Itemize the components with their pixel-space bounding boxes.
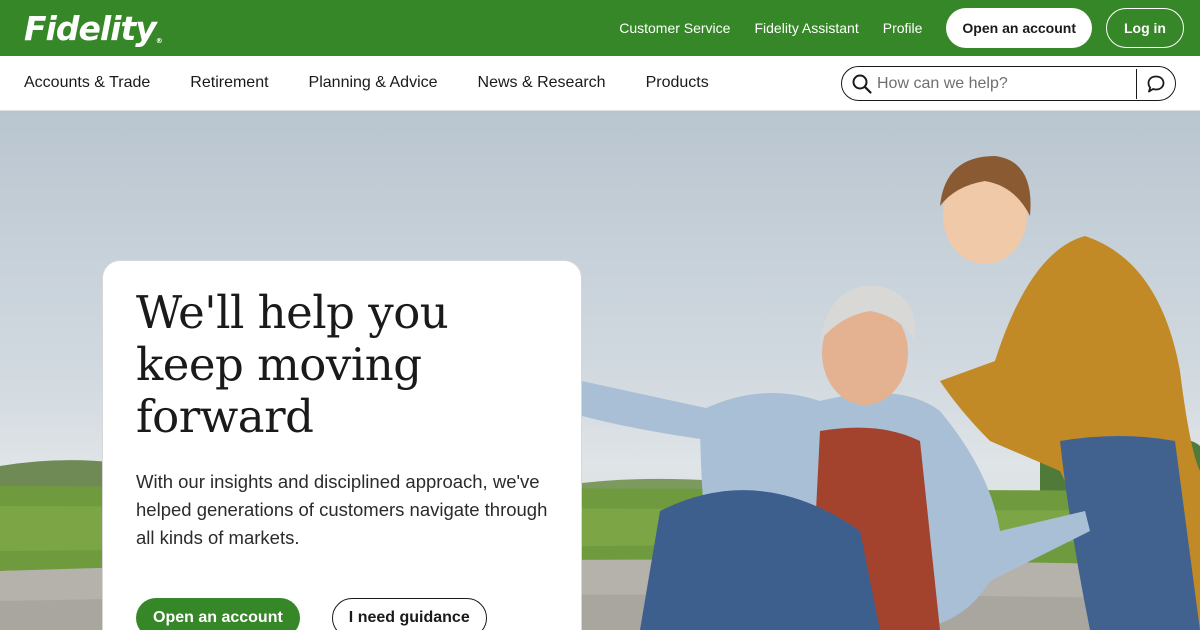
need-guidance-button[interactable]: I need guidance bbox=[331, 598, 487, 630]
hero-card: We'll help you keep moving forward With … bbox=[102, 260, 582, 630]
open-account-button-hero[interactable]: Open an account bbox=[136, 598, 300, 630]
utility-nav: Customer Service Fidelity Assistant Prof… bbox=[595, 8, 1184, 48]
hero-headline: We'll help you keep moving forward bbox=[136, 286, 449, 443]
open-account-button-header[interactable]: Open an account bbox=[946, 8, 1092, 48]
fidelity-assistant-link[interactable]: Fidelity Assistant bbox=[754, 20, 858, 36]
fidelity-logo[interactable]: Fidelity ® bbox=[24, 12, 163, 45]
main-nav: Accounts & Trade Retirement Planning & A… bbox=[0, 56, 1200, 111]
chat-icon[interactable] bbox=[1137, 69, 1175, 99]
hero-buttons: Open an account I need guidance bbox=[136, 598, 549, 630]
search-box bbox=[841, 66, 1176, 101]
main-nav-items: Accounts & Trade Retirement Planning & A… bbox=[24, 74, 749, 92]
nav-item-news-research[interactable]: News & Research bbox=[478, 74, 606, 92]
nav-item-retirement[interactable]: Retirement bbox=[190, 74, 268, 92]
profile-link[interactable]: Profile bbox=[883, 20, 923, 36]
search-input[interactable] bbox=[877, 68, 1136, 99]
hero-subtext: With our insights and disciplined approa… bbox=[136, 471, 548, 548]
hero-section: We'll help you keep moving forward With … bbox=[0, 111, 1200, 630]
nav-item-planning-advice[interactable]: Planning & Advice bbox=[309, 74, 438, 92]
login-button[interactable]: Log in bbox=[1106, 8, 1184, 48]
search-icon[interactable] bbox=[851, 73, 873, 95]
customer-service-link[interactable]: Customer Service bbox=[619, 20, 730, 36]
nav-item-products[interactable]: Products bbox=[646, 74, 709, 92]
nav-item-accounts-trade[interactable]: Accounts & Trade bbox=[24, 74, 150, 92]
top-utility-bar: Fidelity ® Customer Service Fidelity Assi… bbox=[0, 0, 1200, 56]
